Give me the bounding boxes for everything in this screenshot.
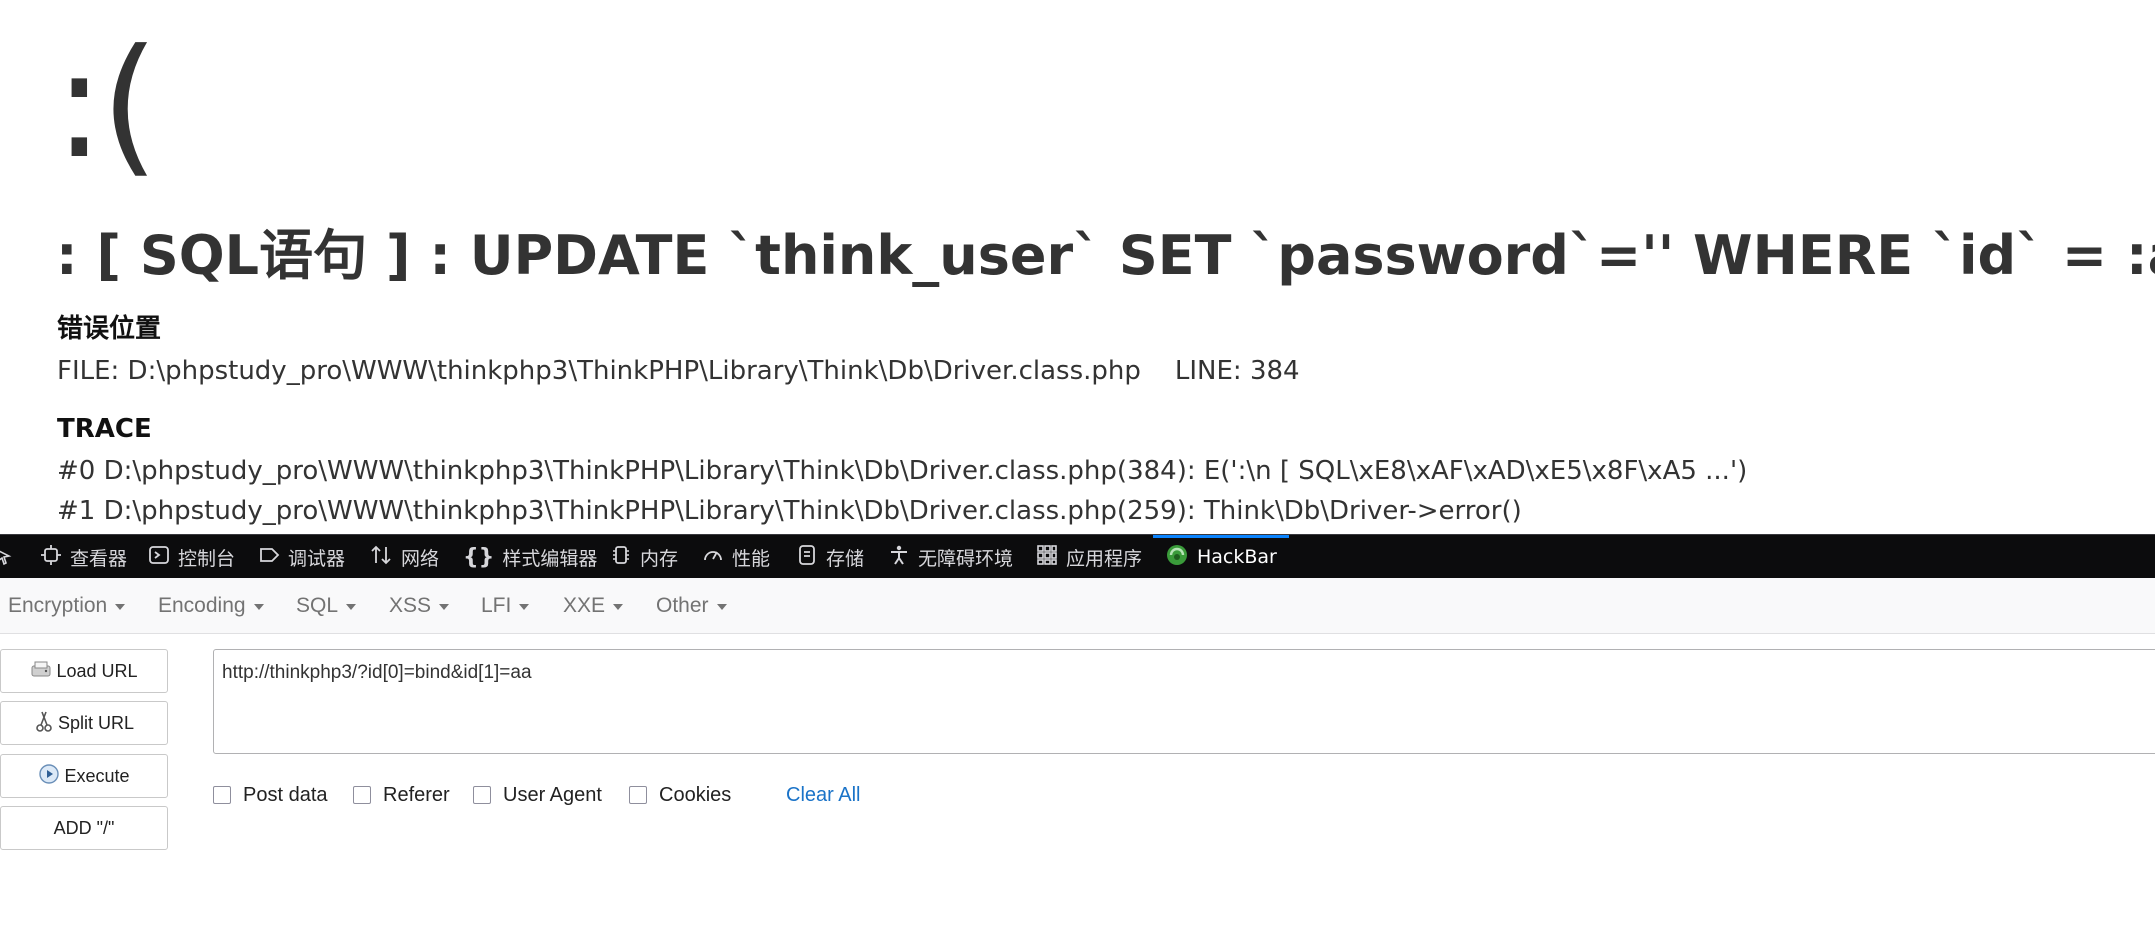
chevron-down-icon: [716, 604, 727, 610]
error-page: :( : [ SQL语句 ] : UPDATE `think_user` SET…: [0, 0, 2155, 534]
tab-label: 无障碍环境: [918, 547, 1014, 570]
option-label: Referer: [383, 783, 450, 806]
menu-lfi[interactable]: LFI: [481, 578, 530, 634]
chevron-down-icon: [253, 604, 264, 610]
error-message: : [ SQL语句 ] : UPDATE `think_user` SET `p…: [56, 224, 2155, 287]
hackbar-icon: [1165, 543, 1197, 572]
user-agent-checkbox[interactable]: [473, 786, 491, 804]
tab-inspector[interactable]: 查看器: [40, 535, 127, 579]
button-label: ADD "/": [53, 817, 115, 838]
menu-encoding[interactable]: Encoding: [158, 578, 264, 634]
menu-label: Other: [656, 594, 709, 617]
tab-label: 查看器: [70, 547, 128, 570]
menu-label: XXE: [563, 594, 606, 617]
add-slash-button[interactable]: ADD "/": [0, 806, 168, 850]
option-label: Post data: [243, 783, 328, 806]
debugger-icon: [258, 544, 288, 571]
post-data-checkbox[interactable]: [213, 786, 231, 804]
tab-label: 样式编辑器: [502, 547, 598, 570]
error-location-title: 错误位置: [57, 314, 162, 344]
menu-label: Encryption: [8, 594, 108, 617]
performance-icon: [702, 544, 732, 571]
post-data-option[interactable]: Post data: [213, 781, 328, 809]
load-url-button[interactable]: Load URL: [0, 649, 168, 693]
split-url-button[interactable]: Split URL: [0, 701, 168, 745]
console-icon: [148, 544, 178, 571]
load-url-icon: [30, 659, 56, 684]
application-icon: [1036, 544, 1066, 571]
referer-checkbox[interactable]: [353, 786, 371, 804]
tab-label: 内存: [640, 547, 679, 570]
menu-xss[interactable]: XSS: [389, 578, 450, 634]
tab-label: 存储: [826, 547, 865, 570]
button-label: Split URL: [57, 712, 135, 733]
tab-performance[interactable]: 性能: [702, 535, 770, 579]
style-editor-icon: {}: [463, 544, 495, 570]
menu-label: XSS: [389, 594, 432, 617]
tab-application[interactable]: 应用程序: [1036, 535, 1142, 579]
sad-face: :(: [54, 18, 159, 192]
chevron-down-icon: [346, 604, 357, 610]
tab-memory[interactable]: 内存: [610, 535, 678, 579]
menu-label: SQL: [296, 594, 339, 617]
tab-label: 网络: [401, 547, 440, 570]
tab-label: 应用程序: [1066, 547, 1143, 570]
tab-label: 调试器: [288, 547, 346, 570]
tab-label: 性能: [732, 547, 771, 570]
chevron-down-icon: [613, 604, 624, 610]
option-label: Cookies: [659, 783, 732, 806]
clear-all-link[interactable]: Clear All: [786, 781, 860, 809]
error-line-number: LINE: 384: [1174, 356, 1300, 386]
execute-icon: [38, 763, 64, 790]
pick-element-icon[interactable]: [0, 535, 22, 579]
menu-label: LFI: [481, 594, 512, 617]
accessibility-icon: [888, 544, 918, 571]
referer-option[interactable]: Referer: [353, 781, 450, 809]
execute-button[interactable]: Execute: [0, 754, 168, 798]
tab-storage[interactable]: 存储: [796, 535, 864, 579]
scissors-icon: [34, 709, 58, 738]
chevron-down-icon: [519, 604, 530, 610]
button-label: Load URL: [56, 660, 138, 681]
devtools-tab-bar: 查看器 控制台 调试器 网络 {} 样式编辑器 内存 性能 存储 无障碍环境 应…: [0, 534, 2155, 578]
chevron-down-icon: [439, 604, 450, 610]
hackbar-menu-bar: Encryption Encoding SQL XSS LFI XXE Othe…: [0, 578, 2155, 634]
trace-line: #1 D:\phpstudy_pro\WWW\thinkphp3\ThinkPH…: [57, 496, 1522, 526]
tab-console[interactable]: 控制台: [148, 535, 235, 579]
inspector-icon: [40, 544, 70, 571]
tab-accessibility[interactable]: 无障碍环境: [888, 535, 1013, 579]
trace-title: TRACE: [57, 414, 152, 444]
tab-network[interactable]: 网络: [369, 535, 439, 579]
devtools-panel: 查看器 控制台 调试器 网络 {} 样式编辑器 内存 性能 存储 无障碍环境 应…: [0, 534, 2155, 940]
cookies-option[interactable]: Cookies: [629, 781, 731, 809]
menu-other[interactable]: Other: [656, 578, 727, 634]
menu-label: Encoding: [158, 594, 246, 617]
trace-line: #0 D:\phpstudy_pro\WWW\thinkphp3\ThinkPH…: [57, 456, 1748, 486]
error-file-line: FILE: D:\phpstudy_pro\WWW\thinkphp3\Thin…: [57, 353, 1300, 389]
menu-encryption[interactable]: Encryption: [8, 578, 126, 634]
error-file-path: FILE: D:\phpstudy_pro\WWW\thinkphp3\Thin…: [57, 356, 1141, 386]
memory-icon: [610, 544, 640, 571]
network-icon: [369, 544, 401, 571]
url-input[interactable]: http://thinkphp3/?id[0]=bind&id[1]=aa: [213, 649, 2155, 754]
user-agent-option[interactable]: User Agent: [473, 781, 602, 809]
cookies-checkbox[interactable]: [629, 786, 647, 804]
storage-icon: [796, 544, 826, 571]
tab-label: HackBar: [1197, 546, 1277, 568]
menu-sql[interactable]: SQL: [296, 578, 357, 634]
tab-label: 控制台: [178, 547, 236, 570]
tab-hackbar[interactable]: HackBar: [1153, 535, 1289, 579]
tab-debugger[interactable]: 调试器: [258, 535, 345, 579]
option-label: User Agent: [503, 783, 602, 806]
button-label: Execute: [64, 765, 130, 786]
chevron-down-icon: [115, 604, 126, 610]
menu-xxe[interactable]: XXE: [563, 578, 624, 634]
tab-style-editor[interactable]: {} 样式编辑器: [463, 535, 597, 579]
